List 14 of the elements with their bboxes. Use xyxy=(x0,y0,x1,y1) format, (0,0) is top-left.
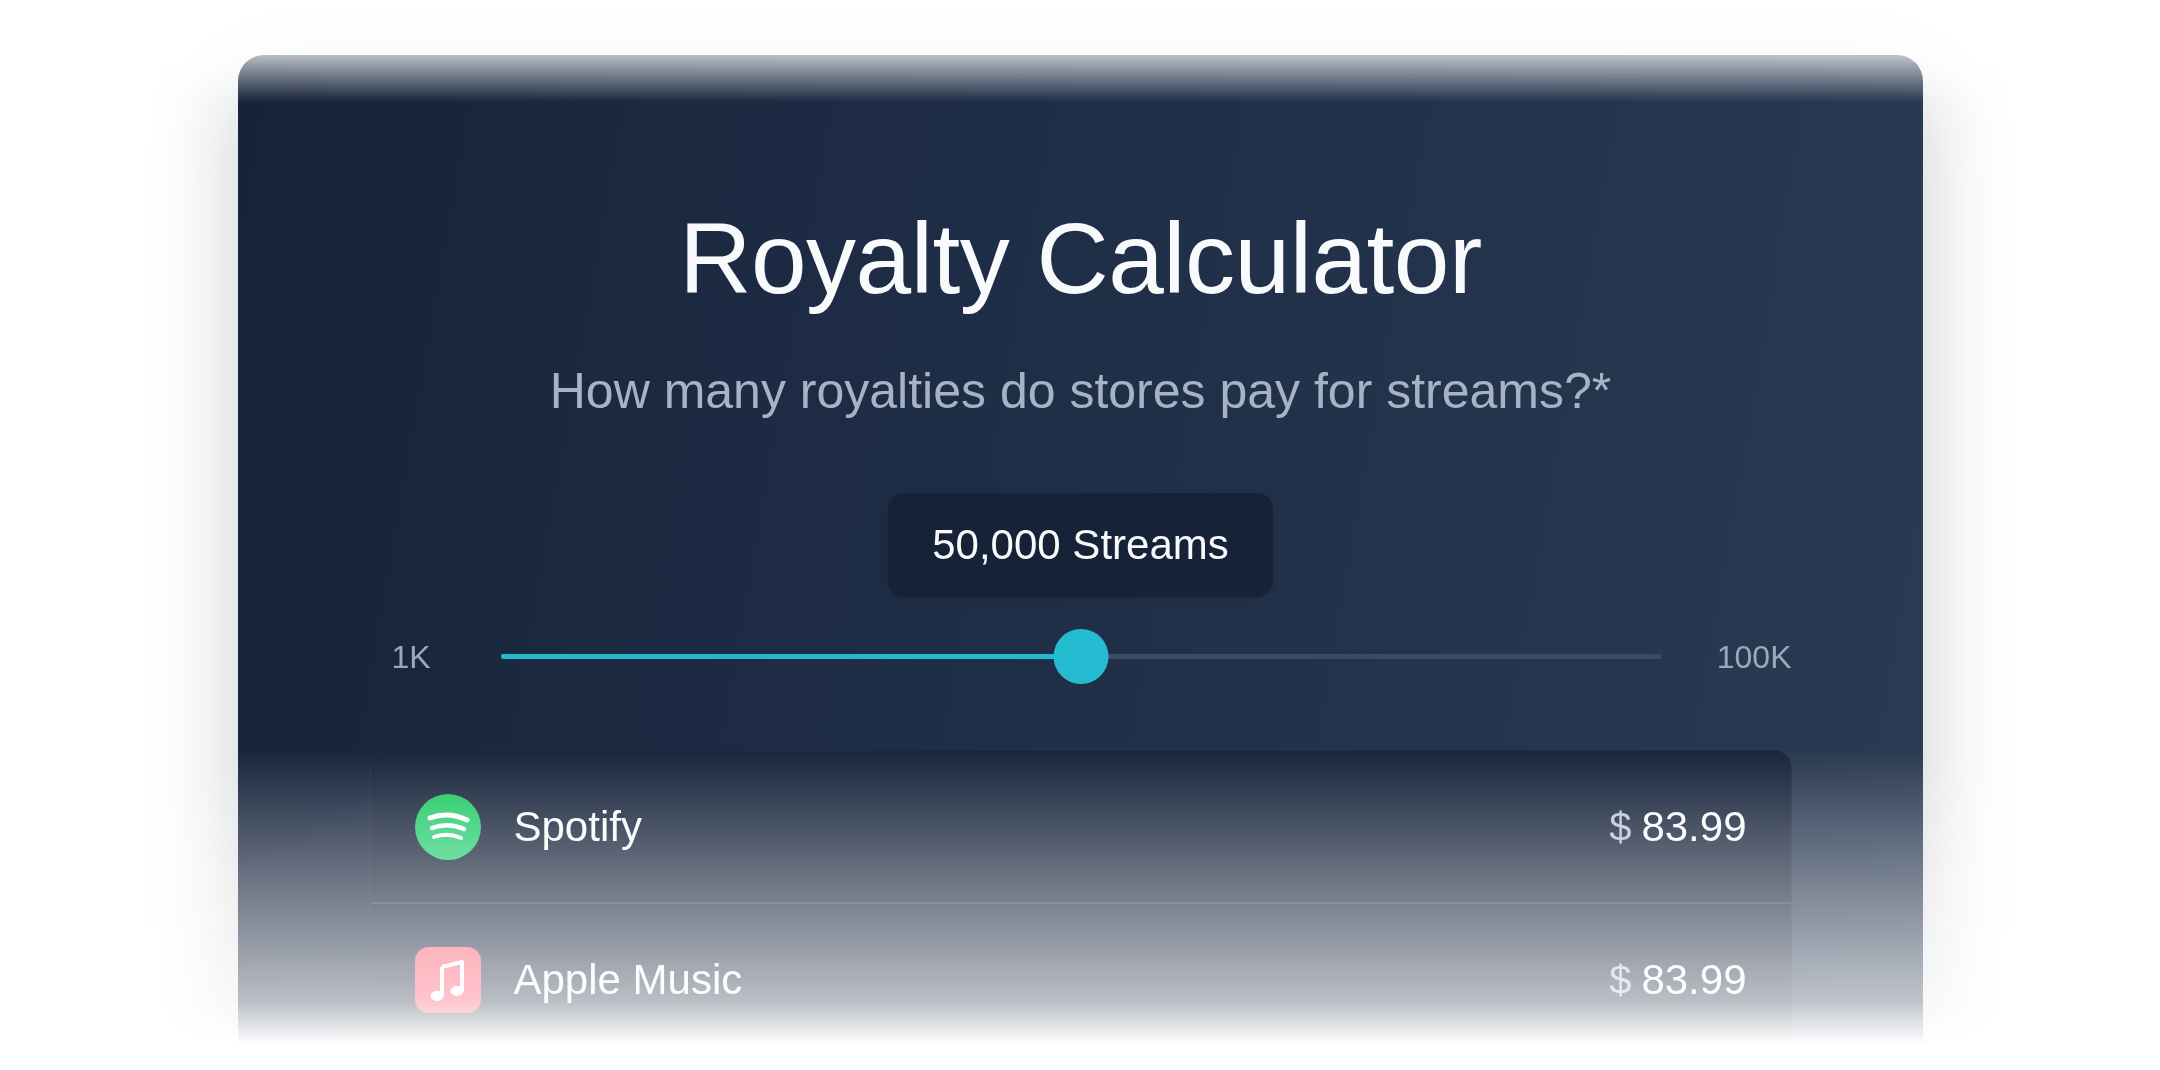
currency-symbol: $ xyxy=(1609,956,1632,1004)
slider-min-label: 1K xyxy=(391,637,431,676)
slider-thumb[interactable] xyxy=(1053,629,1108,684)
store-name: Spotify xyxy=(513,801,642,852)
sound-waves-icon xyxy=(414,793,481,860)
music-note-icon xyxy=(414,946,481,1013)
slider-max-label: 100K xyxy=(1716,637,1792,676)
page-title: Royalty Calculator xyxy=(679,201,1482,316)
royalty-amount: 83.99 xyxy=(1641,801,1747,852)
currency-symbol: $ xyxy=(1609,803,1632,851)
royalty-amount: 83.99 xyxy=(1641,954,1747,1005)
subtitle-text: How many royalties do stores pay for streams?* xyxy=(549,362,1612,421)
store-name: Apple Music xyxy=(513,954,743,1005)
stream-count-badge: 50,000 Streams xyxy=(888,493,1273,597)
